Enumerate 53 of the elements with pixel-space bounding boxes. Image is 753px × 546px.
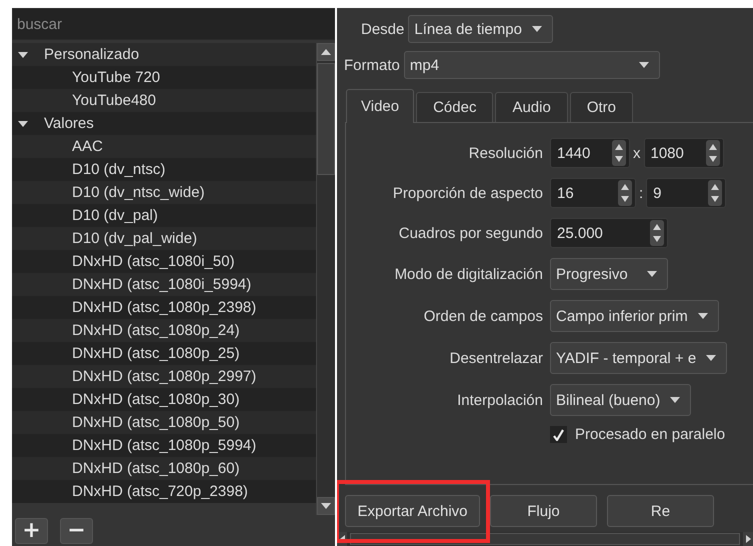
dropdown-arrow-icon: [647, 271, 657, 277]
dropdown-arrow-icon: [706, 355, 716, 361]
field-label: Resolución: [468, 144, 543, 162]
field-label: Cuadros por segundo: [398, 224, 543, 242]
scroll-right-icon[interactable]: [743, 532, 753, 546]
tree-item[interactable]: AAC: [70, 138, 105, 155]
action-button[interactable]: Re: [607, 495, 714, 527]
number-field[interactable]: 1440: [550, 138, 630, 168]
tab[interactable]: Video: [346, 89, 414, 123]
tree-group[interactable]: Valores: [42, 115, 96, 132]
tab[interactable]: Otro: [570, 92, 634, 122]
dropdown-arrow-icon: [638, 62, 649, 68]
spin-arrows-icon[interactable]: [618, 180, 632, 206]
dropdown-arrow-icon: [698, 313, 708, 319]
search-field[interactable]: buscar: [12, 8, 335, 40]
spin-arrows-icon[interactable]: [706, 140, 720, 166]
dropdown[interactable]: Progresivo: [550, 258, 668, 290]
dropdown[interactable]: Campo inferior prim: [550, 300, 719, 332]
number-field[interactable]: 25.000: [550, 218, 668, 248]
tab[interactable]: Audio: [495, 92, 568, 122]
number-field[interactable]: 1080: [644, 138, 724, 168]
dropdown[interactable]: Bilineal (bueno): [550, 384, 692, 416]
scrollbar-thumb[interactable]: [317, 63, 335, 175]
number-field[interactable]: 16: [550, 178, 636, 208]
dropdown[interactable]: YADIF - temporal + e: [550, 342, 728, 374]
source-dropdown[interactable]: Línea de tiempo: [408, 15, 553, 43]
field-label: Modo de digitalización: [394, 266, 543, 282]
format-label: Formato: [344, 56, 400, 74]
source-label: Desde: [361, 20, 404, 38]
scroll-up-icon[interactable]: [317, 43, 335, 61]
tab[interactable]: Códec: [416, 92, 494, 122]
format-dropdown[interactable]: mp4: [404, 51, 660, 79]
add-button[interactable]: +: [15, 518, 48, 544]
field-label: Desentrelazar: [448, 350, 543, 366]
action-button[interactable]: Exportar Archivo: [345, 495, 480, 527]
checkbox[interactable]: [550, 426, 567, 443]
field-label: Proporción de aspecto: [392, 184, 543, 202]
dropdown-arrow-icon: [532, 26, 542, 32]
action-button[interactable]: Flujo: [490, 495, 597, 527]
collapse-arrow-icon[interactable]: [18, 52, 28, 58]
separator-text: x: [633, 144, 640, 162]
scroll-down-icon[interactable]: [317, 497, 335, 515]
field-label: Interpolación: [456, 392, 543, 408]
dropdown-arrow-icon: [670, 397, 680, 403]
number-field[interactable]: 9: [646, 178, 726, 208]
field-label: Orden de campos: [422, 308, 543, 324]
collapse-arrow-icon[interactable]: [18, 120, 28, 126]
checkbox-label: Procesado en paralelo: [575, 426, 726, 443]
spin-arrows-icon[interactable]: [612, 140, 626, 166]
spin-arrows-icon[interactable]: [650, 220, 664, 246]
spin-arrows-icon[interactable]: [708, 180, 722, 206]
separator-text: :: [639, 184, 644, 202]
remove-button[interactable]: −: [60, 518, 93, 544]
